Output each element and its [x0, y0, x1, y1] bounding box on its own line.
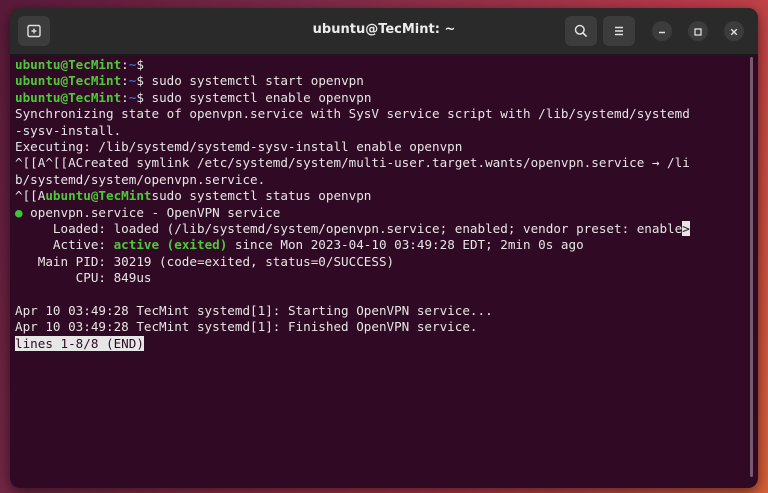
terminal-line: ubuntu@TecMint:~$ sudo systemctl enable … [15, 90, 740, 106]
menu-button[interactable] [603, 16, 635, 46]
prompt-user: ubuntu@TecMint [15, 73, 122, 89]
close-icon [729, 22, 739, 41]
title-bar: ubuntu@TecMint: ~ [10, 8, 758, 55]
main-pid-line: Main PID: 30219 (code=exited, status=0/S… [15, 253, 395, 269]
terminal-line: ^[[A^[[ACreated symlink /etc/systemd/sys… [15, 155, 690, 171]
prompt-dollar: $ [136, 57, 144, 72]
terminal-line: ubuntu@TecMint:~$ sudo systemctl start o… [15, 73, 740, 89]
active-status: active (exited) [113, 237, 228, 253]
prompt-user: ubuntu@TecMint [15, 89, 122, 105]
command-text: sudo systemctl status openvpn [151, 188, 372, 204]
loaded-line: Loaded: loaded (/lib/systemd/system/open… [15, 220, 740, 237]
escape-sequence: ^[[A [15, 188, 46, 204]
prompt-dollar: $ [136, 89, 144, 105]
service-title: openvpn.service - OpenVPN service [22, 204, 281, 220]
status-dot-icon: ● [15, 204, 23, 220]
scrollbar-thumb[interactable] [750, 57, 753, 477]
terminal-line: b/systemd/system/openvpn.service. [15, 171, 266, 187]
minimize-button[interactable] [652, 21, 672, 41]
pager-status-line: lines 1-8/8 (END) [15, 335, 740, 352]
scrollbar[interactable] [747, 57, 755, 485]
cpu-line: CPU: 849us [15, 270, 152, 286]
command-text: sudo systemctl enable openvpn [143, 89, 372, 105]
maximize-icon [693, 22, 703, 41]
service-name-line: ● openvpn.service - OpenVPN service [15, 205, 740, 221]
pager-status: lines 1-8/8 (END) [15, 335, 144, 351]
prompt-colon: : [121, 89, 129, 105]
hamburger-menu-icon [611, 23, 627, 39]
loaded-text: Loaded: loaded (/lib/systemd/system/open… [15, 220, 683, 236]
terminal-window: ubuntu@TecMint: ~ ubuntu@TecMint:~$ ubun… [10, 8, 758, 488]
terminal-line: -sysv-install. [15, 122, 122, 138]
prompt-colon: : [121, 73, 129, 89]
terminal-output[interactable]: ubuntu@TecMint:~$ ubuntu@TecMint:~$ sudo… [15, 57, 740, 487]
active-label: Active: [15, 237, 114, 253]
terminal-line: ^[[Aubuntu@TecMintsudo systemctl status … [15, 188, 740, 204]
close-button[interactable] [724, 21, 744, 41]
terminal-line: Executing: /lib/systemd/systemd-sysv-ins… [15, 138, 463, 154]
terminal-line: Synchronizing state of openvpn.service w… [15, 106, 690, 122]
prompt-user: ubuntu@TecMint [45, 188, 152, 204]
active-since: since Mon 2023-04-10 03:49:28 EDT; 2min … [227, 237, 584, 253]
search-icon [573, 23, 589, 39]
prompt-dollar: $ [136, 73, 144, 89]
log-line: Apr 10 03:49:28 TecMint systemd[1]: Star… [15, 302, 493, 318]
prompt-colon: : [121, 57, 129, 72]
search-button[interactable] [565, 16, 597, 46]
truncation-marker: > [682, 220, 690, 236]
active-line: Active: active (exited) since Mon 2023-0… [15, 237, 740, 253]
minimize-icon [657, 22, 667, 41]
maximize-button[interactable] [688, 21, 708, 41]
log-line: Apr 10 03:49:28 TecMint systemd[1]: Fini… [15, 319, 478, 335]
window-title: ubuntu@TecMint: ~ [312, 22, 456, 37]
prompt-user: ubuntu@TecMint [15, 57, 122, 72]
command-text: sudo systemctl start openvpn [143, 73, 364, 89]
terminal-line: ubuntu@TecMint:~$ [15, 57, 740, 73]
